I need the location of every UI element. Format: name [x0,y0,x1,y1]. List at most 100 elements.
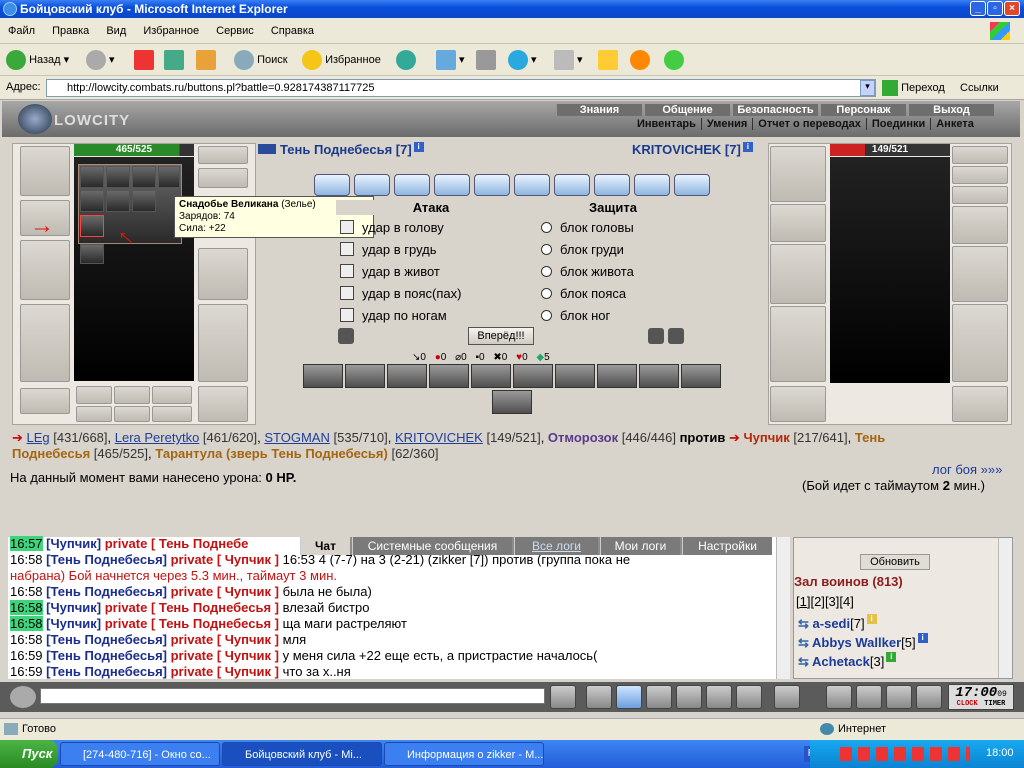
skill-6[interactable] [513,364,553,388]
team-member-otmorozok[interactable]: Отморозок [548,430,618,445]
chat-private-tag[interactable]: private [ Чупчик ] [171,552,279,567]
opponent-armor-slot[interactable] [770,306,826,382]
opponent-belt-slot[interactable] [770,386,826,422]
send-icon[interactable] [550,685,576,709]
refresh-button[interactable] [164,48,184,72]
chat-private-tag[interactable]: private [ Чупчик ] [171,632,279,647]
close-button[interactable]: × [1004,1,1020,16]
mailru-button[interactable] [630,48,650,72]
info-icon[interactable]: i [413,142,424,152]
print-button[interactable] [476,48,496,72]
chat-private-tag[interactable]: private [ Чупчик ] [171,648,279,663]
chat-nick[interactable]: [Тень Поднебесья] [46,584,167,599]
mail-button[interactable]: ▾ [436,48,465,72]
start-button[interactable]: Пуск [0,740,58,768]
info-icon[interactable]: i [866,614,877,624]
tool-button[interactable]: ▾ [554,48,583,72]
forward-button[interactable]: Вперёд!!! [468,327,534,345]
auto-icon[interactable] [668,328,684,344]
translit-icon[interactable] [706,685,732,709]
opponent-gloves-slot[interactable] [952,206,1008,244]
notes-button[interactable] [598,48,618,72]
chat-time[interactable]: 16:57 [10,536,43,551]
fighter-icon[interactable] [676,685,702,709]
chat-nick[interactable]: [Тень Поднебесья] [46,632,167,647]
chat-time[interactable]: 16:59 [10,664,43,679]
attack-chest[interactable]: удар в грудь [340,242,437,257]
menu-tools[interactable]: Сервис [208,18,260,37]
potion-slot-1[interactable] [80,166,104,188]
info-icon[interactable]: i [886,652,897,662]
sound-icon[interactable] [736,685,762,709]
attack-belly[interactable]: удар в живот [340,264,440,279]
potion-slot-7[interactable] [132,190,156,212]
skill-9[interactable] [639,364,679,388]
nav-communication[interactable]: Общение [644,104,730,116]
skill-11[interactable] [492,390,532,414]
chat-private-tag[interactable]: private [ Тень Поднебе [105,536,249,551]
page-1[interactable]: [1] [796,594,810,609]
amulet-slot[interactable] [80,244,104,264]
potion-slot-6[interactable] [106,190,130,212]
skill-8[interactable] [597,364,637,388]
shield-slot[interactable] [198,248,248,300]
attack-radio[interactable] [340,264,354,278]
spell-scroll-1[interactable] [314,174,350,196]
attack-radio[interactable] [340,286,354,300]
nav-knowledge[interactable]: Знания [556,104,642,116]
block-radio[interactable] [541,244,552,255]
nav-character[interactable]: Персонаж [820,104,906,116]
minimize-button[interactable]: _ [970,1,986,16]
potion-slot-giant[interactable] [80,215,104,237]
address-input[interactable]: http://lowcity.combats.ru/buttons.pl?bat… [46,79,876,97]
potion-slot-2[interactable] [106,166,130,188]
tab-my-logs[interactable]: Мои логи [600,537,680,555]
chat-time[interactable]: 16:58 [10,600,43,615]
chat-private-tag[interactable]: private [ Чупчик ] [171,664,279,679]
nav-skills[interactable]: Умения [702,118,754,130]
opponent-earring-slot[interactable] [952,146,1008,164]
chat-time[interactable]: 16:59 [10,648,43,663]
strategy-icon[interactable] [648,328,664,344]
block-radio[interactable] [541,288,552,299]
tab-settings[interactable]: Настройки [682,537,772,555]
attack-radio[interactable] [340,242,354,256]
rune-slot-4[interactable] [76,406,112,422]
spell-scroll-9[interactable] [634,174,670,196]
skill-5[interactable] [471,364,511,388]
menu-edit[interactable]: Правка [44,18,95,37]
group-icon[interactable] [856,685,882,709]
spell-scroll-2[interactable] [354,174,390,196]
page-2[interactable]: [2] [810,594,824,609]
chat-nick[interactable]: [Тень Поднебесья] [46,552,167,567]
spell-scroll-4[interactable] [434,174,470,196]
bag-icon[interactable] [826,685,852,709]
attack-groin[interactable]: удар в пояс(пах) [340,286,461,301]
armor-slot[interactable] [20,304,70,382]
tray-icons[interactable] [840,747,970,761]
save-icon[interactable] [646,685,672,709]
nav-transfers[interactable]: Отчет о переводах [753,118,867,130]
attack-radio[interactable] [340,220,354,234]
attack-legs[interactable]: удар по ногам [340,308,447,323]
potion-slot-3[interactable] [132,166,156,188]
opponent-necklace-slot[interactable] [952,166,1008,184]
rune-slot-3[interactable] [152,386,192,404]
spell-scroll-6[interactable] [514,174,550,196]
skill-4[interactable] [429,364,469,388]
address-dropdown[interactable]: ▾ [860,80,875,96]
users-scrollbar[interactable] [998,538,1012,678]
task-icq[interactable]: [274-480-716] - Окно со... [60,742,220,766]
filter-icon[interactable] [616,685,642,709]
opponent-helmet-slot[interactable] [770,146,826,202]
favorites-button[interactable]: Избранное [302,48,381,72]
user-row[interactable]: ⇆ a-sedi[7] i [798,614,928,633]
chat-time[interactable]: 16:58 [10,552,43,567]
rune-slot-6[interactable] [152,406,192,422]
game-logo[interactable]: LOWCITY [14,104,154,134]
enemy-ten-start[interactable]: Тень [855,430,885,445]
block-belly[interactable]: блок живота [541,264,634,279]
player-name[interactable]: Тень Поднебесья [7] i [258,142,424,157]
page-3[interactable]: [3] [825,594,839,609]
refresh-battle-icon[interactable] [338,328,354,344]
